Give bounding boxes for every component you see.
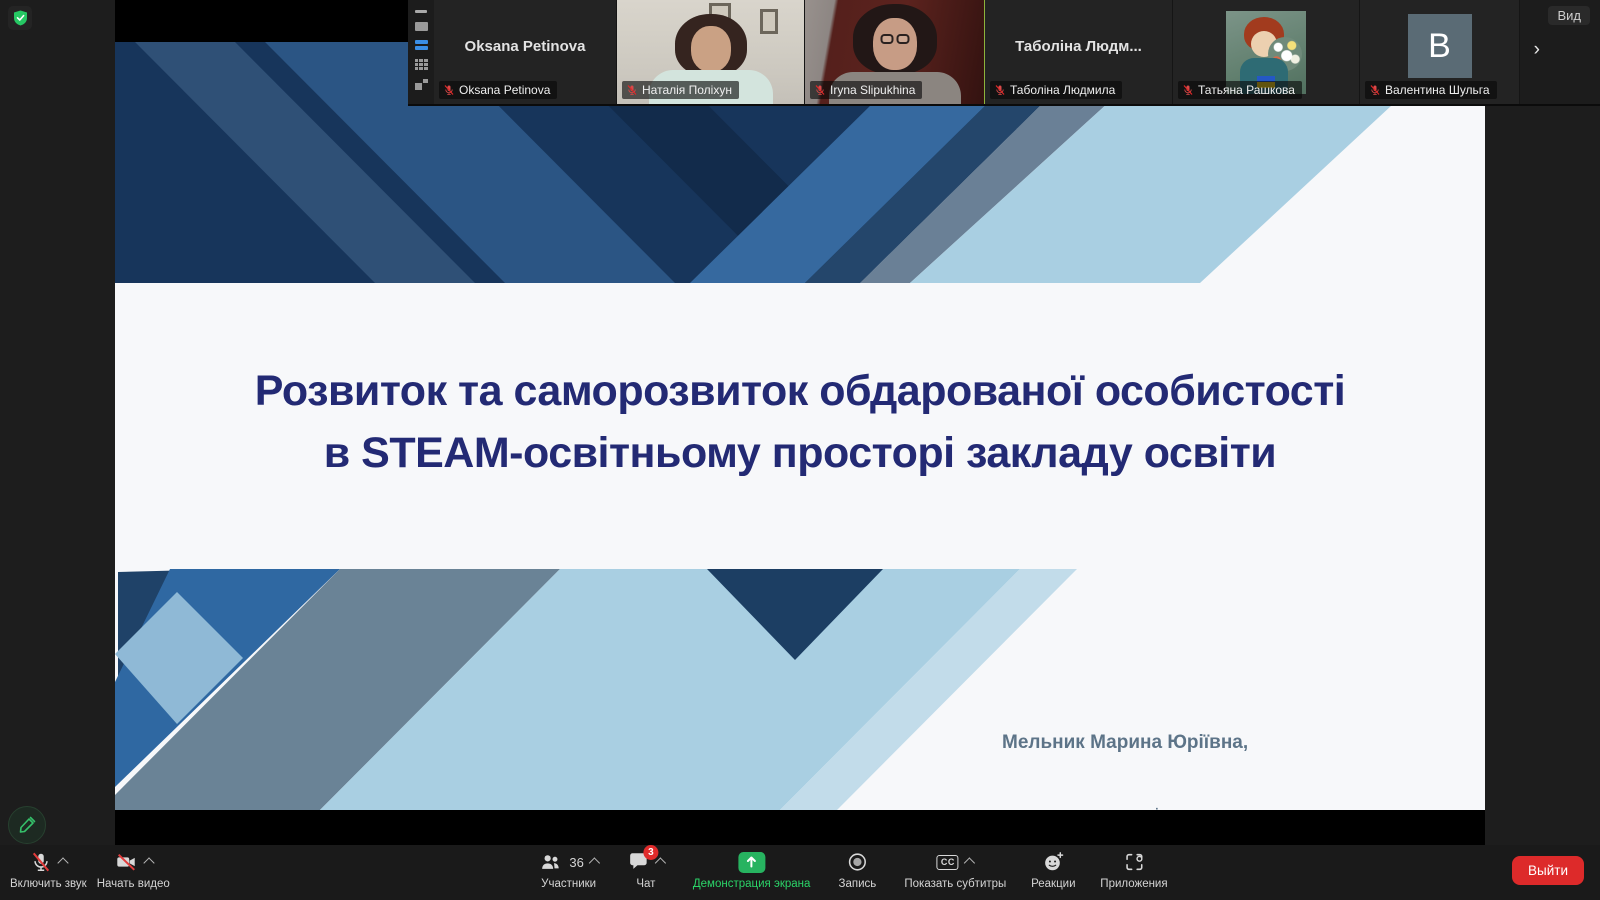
muted-mic-icon	[32, 852, 49, 872]
share-screen-icon	[738, 851, 766, 873]
speaker-view-icon[interactable]	[414, 22, 428, 31]
participant-tile-oksana[interactable]: Oksana Petinova Oksana Petinova	[434, 0, 617, 104]
video-options-chevron[interactable]	[143, 857, 155, 869]
annotate-button[interactable]	[8, 806, 46, 844]
letter-avatar: B	[1407, 14, 1472, 78]
record-icon	[848, 853, 866, 871]
participant-tile-iryna-active-speaker[interactable]: Iryna Slipukhina	[805, 0, 985, 104]
view-mode-column	[408, 0, 434, 104]
gallery-view-icon[interactable]	[414, 59, 428, 70]
share-screen-button[interactable]: Демонстрация экрана	[693, 850, 810, 890]
participant-name-center: Таболіна Людм...	[1015, 38, 1142, 55]
floating-view-icon[interactable]	[414, 79, 428, 90]
muted-mic-icon	[444, 85, 454, 95]
leave-meeting-button[interactable]: Выйти	[1512, 856, 1584, 885]
muted-mic-icon	[995, 85, 1005, 95]
muted-mic-icon	[815, 85, 825, 95]
slide-title: Розвиток та саморозвиток обдарованої осо…	[115, 360, 1485, 484]
muted-mic-icon	[1183, 85, 1193, 95]
chat-button[interactable]: 3 Чат	[623, 845, 669, 890]
meeting-toolbar: Включить звук Начать видео 36 Участники …	[0, 845, 1600, 900]
view-button[interactable]: Вид	[1548, 6, 1590, 25]
participants-button[interactable]: 36 Участники	[538, 850, 601, 890]
participants-filmstrip: Oksana Petinova Oksana Petinova Наталія …	[408, 0, 1600, 106]
participant-name-center: Oksana Petinova	[464, 38, 586, 55]
reactions-smiley-icon	[1045, 852, 1064, 871]
chat-unread-badge: 3	[643, 845, 659, 860]
participants-options-chevron[interactable]	[589, 857, 601, 869]
participant-tile-valentyna[interactable]: B Валентина Шульга	[1360, 0, 1520, 104]
participant-tile-tabolina[interactable]: Таболіна Людм... Таболіна Людмила	[985, 0, 1173, 104]
author-degree: кандидат педагогічних наук,	[1002, 805, 1417, 811]
apps-button[interactable]: Приложения	[1100, 850, 1168, 890]
muted-mic-icon	[1370, 85, 1380, 95]
record-button[interactable]: Запись	[834, 850, 880, 890]
participant-name-chip: Iryna Slipukhina	[810, 81, 923, 99]
muted-mic-icon	[627, 85, 637, 95]
participant-tile-tatiana[interactable]: Татьяна Рашкова	[1173, 0, 1360, 104]
captions-options-chevron[interactable]	[964, 857, 976, 869]
slide-title-line2: в STEAM-освітньому просторі закладу осві…	[323, 429, 1277, 477]
participant-tile-natalia[interactable]: Наталія Поліхун	[617, 0, 805, 104]
minimize-strip-icon[interactable]	[415, 10, 427, 13]
captions-button[interactable]: CC Показать субтитры	[904, 850, 1006, 890]
slide-title-line1: Розвиток та саморозвиток обдарованої осо…	[254, 367, 1346, 415]
zoom-meeting-window: Розвиток та саморозвиток обдарованої осо…	[0, 0, 1600, 900]
participant-name-chip: Oksana Petinova	[439, 81, 558, 99]
shield-check-icon	[13, 10, 27, 26]
mic-options-chevron[interactable]	[57, 857, 69, 869]
participant-name-chip: Таболіна Людмила	[990, 81, 1123, 99]
presentation-slide: Розвиток та саморозвиток обдарованої осо…	[115, 42, 1485, 810]
author-name: Мельник Марина Юріївна,	[1002, 732, 1249, 753]
participant-name-chip: Наталія Поліхун	[622, 81, 739, 99]
participant-name-chip: Татьяна Рашкова	[1178, 81, 1302, 99]
reactions-button[interactable]: Реакции	[1030, 850, 1076, 890]
chat-options-chevron[interactable]	[654, 857, 667, 869]
start-video-button[interactable]: Начать видео	[97, 850, 170, 890]
muted-camera-icon	[117, 853, 135, 871]
security-shield-button[interactable]	[8, 6, 32, 30]
strip-view-icon[interactable]	[414, 40, 428, 50]
wall-picture	[760, 9, 778, 34]
slide-author-block: Мельник Марина Юріївна, кандидат педагог…	[1002, 682, 1417, 810]
apps-icon	[1125, 853, 1143, 871]
participant-name-chip: Валентина Шульга	[1365, 81, 1497, 99]
participants-icon	[542, 855, 559, 869]
next-participants-chevron[interactable]: ›	[1534, 40, 1540, 59]
participants-count: 36	[569, 854, 584, 870]
glasses	[880, 34, 909, 44]
pencil-icon	[19, 816, 36, 833]
shared-screen-stage: Розвиток та саморозвиток обдарованої осо…	[115, 0, 1485, 845]
video-tiles: Oksana Petinova Oksana Petinova Наталія …	[434, 0, 1520, 104]
cc-icon: CC	[936, 854, 959, 870]
unmute-button[interactable]: Включить звук	[10, 850, 87, 890]
